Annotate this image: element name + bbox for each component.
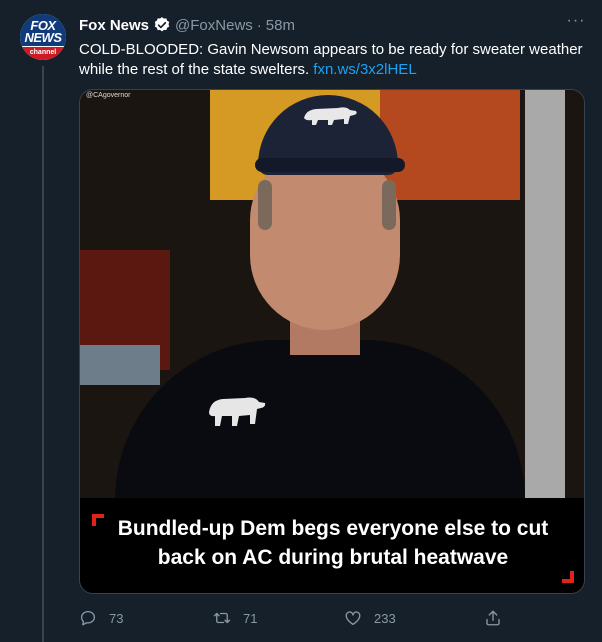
person-hair-right: [382, 180, 396, 230]
share-button[interactable]: [484, 606, 514, 630]
media-photo: @CAgovernor: [80, 90, 584, 498]
retweet-count: 71: [243, 610, 258, 626]
avatar[interactable]: FOX NEWS channel: [20, 14, 66, 60]
chest-bear-logo-icon: [209, 397, 266, 426]
photo-bg-orange-panel: [380, 90, 520, 200]
tweet-text: COLD-BLOODED: Gavin Newsom appears to be…: [79, 40, 587, 80]
tweet-media[interactable]: @CAgovernor Bundled-up Dem begs everyone…: [79, 89, 585, 594]
tweet-header: Fox News @FoxNews · 58m: [79, 15, 562, 35]
retweet-button[interactable]: 71: [213, 606, 257, 630]
like-count: 233: [374, 610, 396, 626]
bear-logo-icon: [304, 107, 357, 125]
reply-count: 73: [109, 610, 124, 626]
like-button[interactable]: 233: [344, 606, 396, 630]
like-icon: [345, 611, 361, 626]
separator-dot: ·: [256, 16, 262, 34]
person-hair-left: [258, 180, 272, 230]
tweet-actions: 73 71 233: [79, 606, 500, 630]
author-handle[interactable]: @FoxNews: [175, 17, 253, 34]
caption-corner-bottom-right: [562, 571, 574, 583]
retweet-icon: [213, 612, 231, 624]
person-cap-brim: [255, 158, 405, 172]
share-icon: [486, 610, 500, 626]
media-caption-text: Bundled-up Dem begs everyone else to cut…: [117, 517, 549, 569]
avatar-logo-text: FOX NEWS: [24, 18, 63, 45]
tweet-timestamp[interactable]: 58m: [266, 17, 295, 34]
person-face: [250, 150, 400, 330]
photo-bg-grey-column: [525, 90, 565, 498]
verified-badge-icon: [153, 16, 171, 34]
thread-line: [42, 66, 44, 642]
author-name[interactable]: Fox News: [79, 17, 149, 34]
tweet-link[interactable]: fxn.ws/3x2lHEL: [313, 61, 416, 78]
media-watermark: @CAgovernor: [86, 92, 131, 99]
reply-icon: [80, 610, 96, 626]
photo-bg-monitor: [80, 345, 160, 385]
more-horizontal-icon[interactable]: ···: [566, 13, 586, 34]
reply-button[interactable]: 73: [79, 606, 123, 630]
avatar-channel-text: channel: [29, 49, 57, 56]
media-caption-banner: Bundled-up Dem begs everyone else to cut…: [80, 498, 584, 593]
